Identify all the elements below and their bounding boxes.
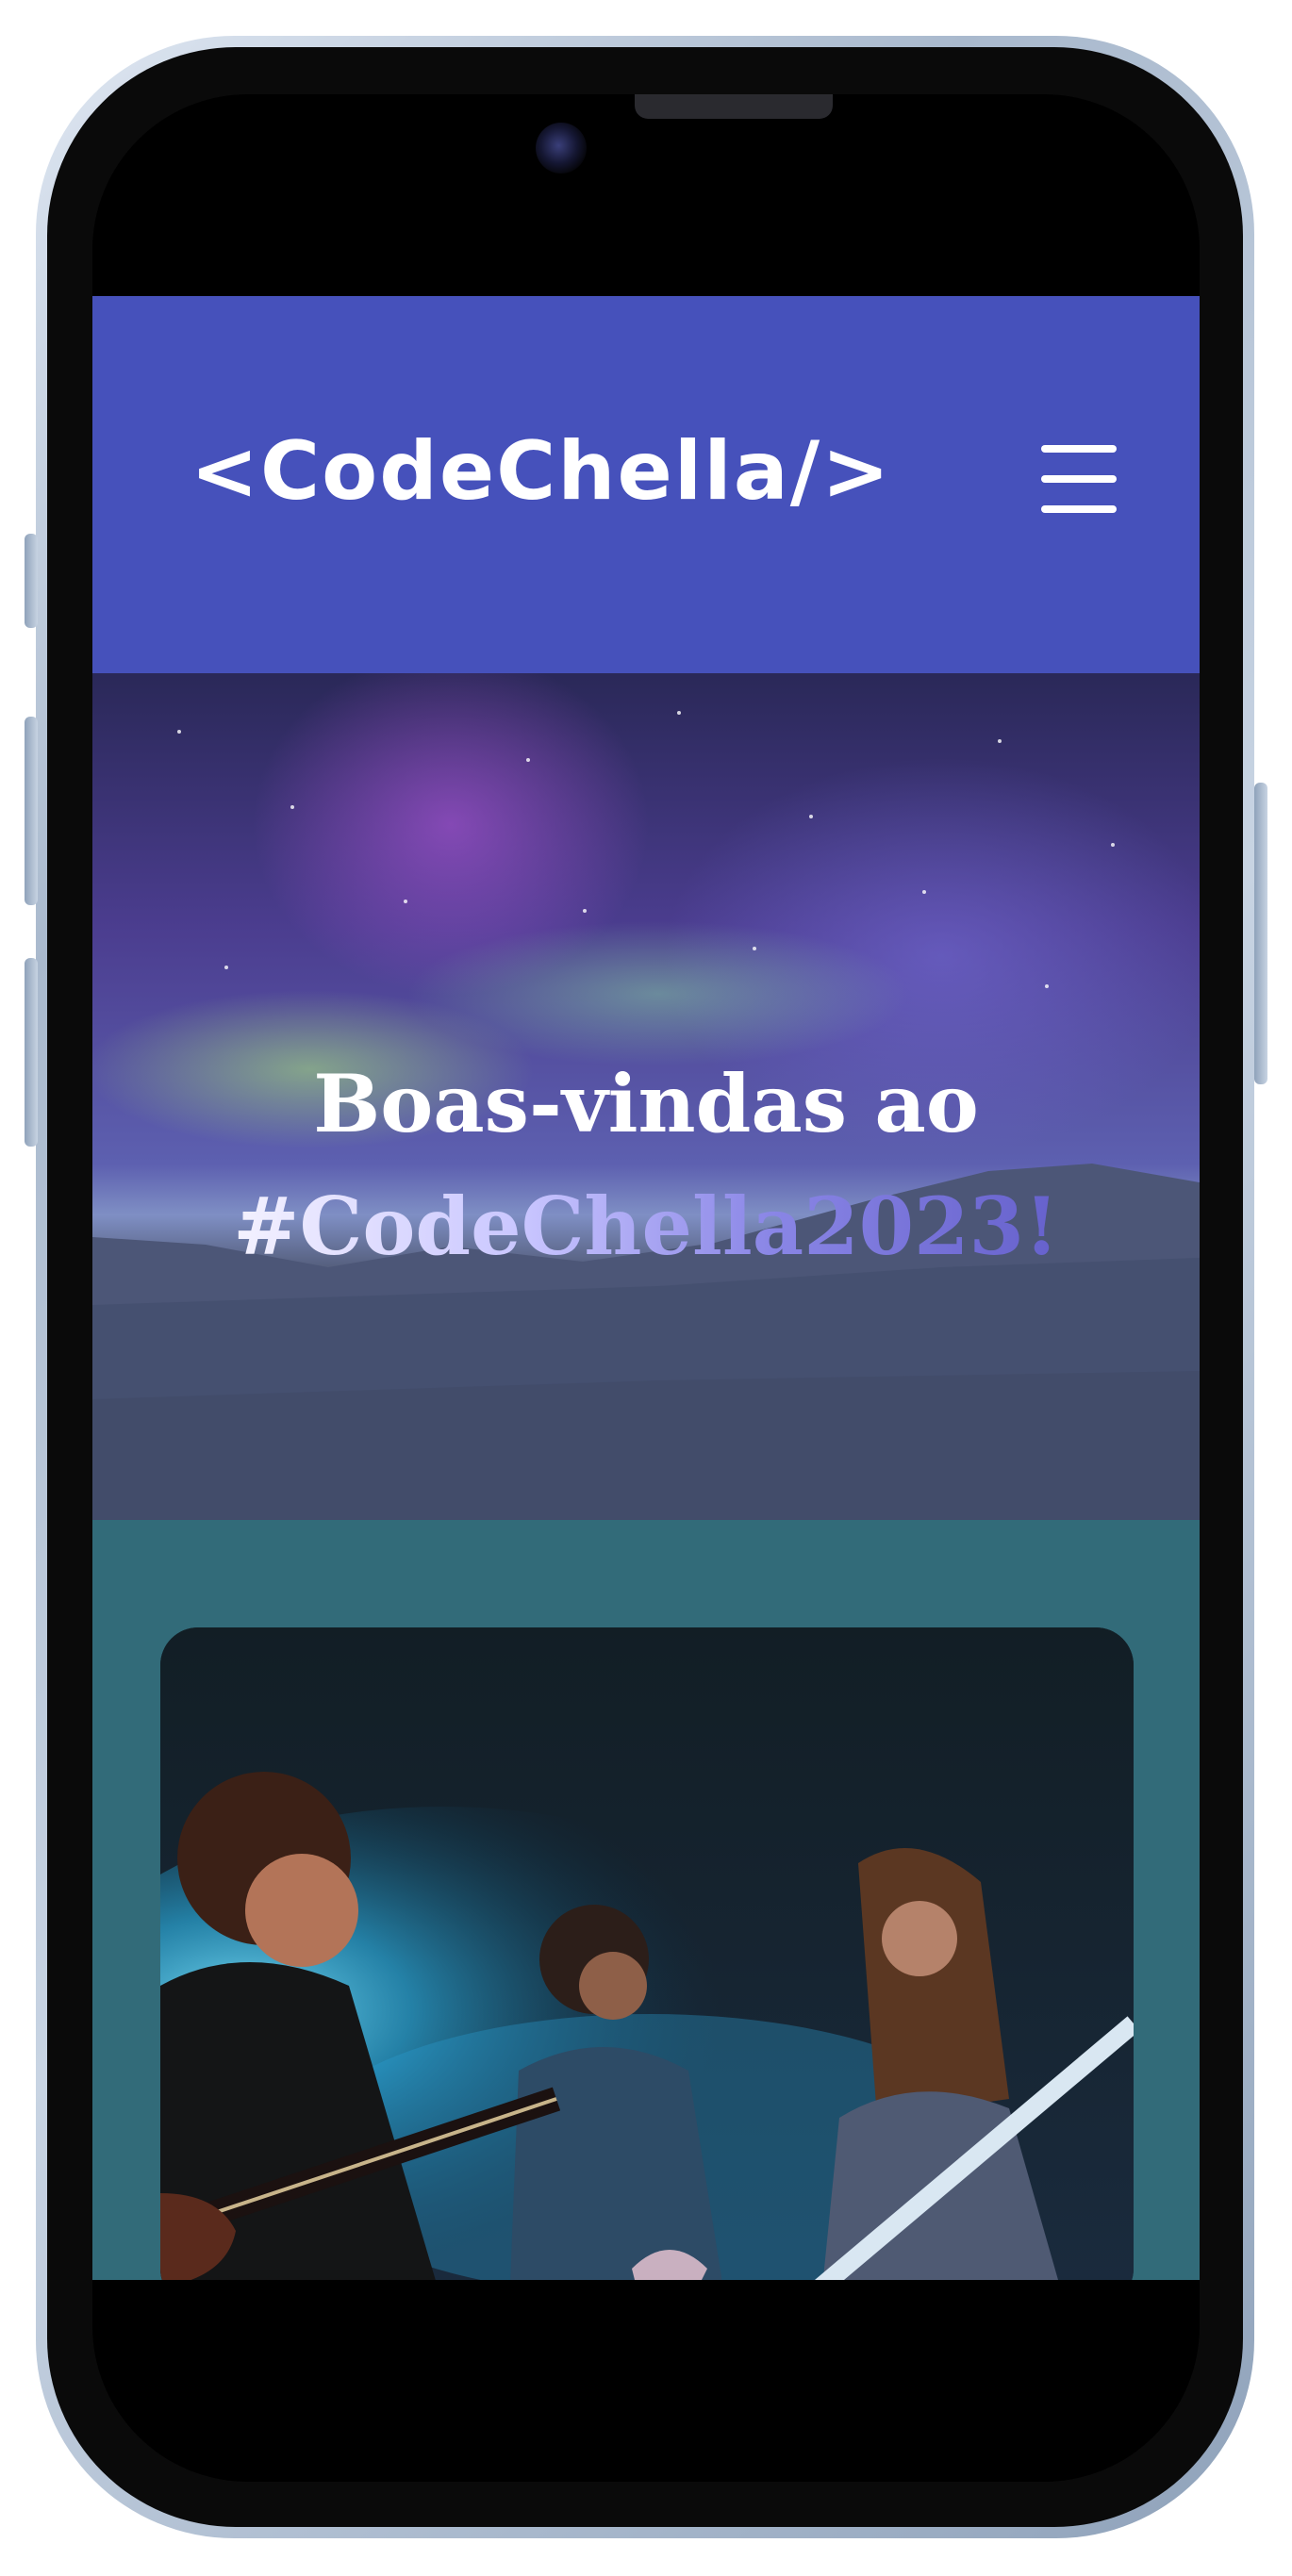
phone-screen: <CodeChella/> Boas-vindas ao #CodeChella… [92, 94, 1200, 2482]
speaker-grille [635, 94, 833, 119]
site-header: <CodeChella/> [92, 296, 1200, 673]
hero-banner: Boas-vindas ao #CodeChella2023! [92, 673, 1200, 1520]
hero-title-line1: Boas-vindas ao [313, 1057, 979, 1151]
volume-up-button [25, 717, 38, 905]
mute-switch [25, 534, 38, 628]
power-button [1254, 783, 1267, 1084]
band-photo [160, 1627, 1134, 2280]
site-logo[interactable]: <CodeChella/> [190, 424, 891, 519]
volume-down-button [25, 958, 38, 1147]
front-camera [536, 123, 587, 173]
hero-title-hashtag: #CodeChella2023! [233, 1165, 1059, 1288]
web-page: <CodeChella/> Boas-vindas ao #CodeChella… [92, 296, 1200, 2280]
band-illustration [160, 1627, 1134, 2280]
hamburger-menu-icon[interactable] [1041, 445, 1118, 513]
hero-title: Boas-vindas ao #CodeChella2023! [92, 1043, 1200, 1288]
